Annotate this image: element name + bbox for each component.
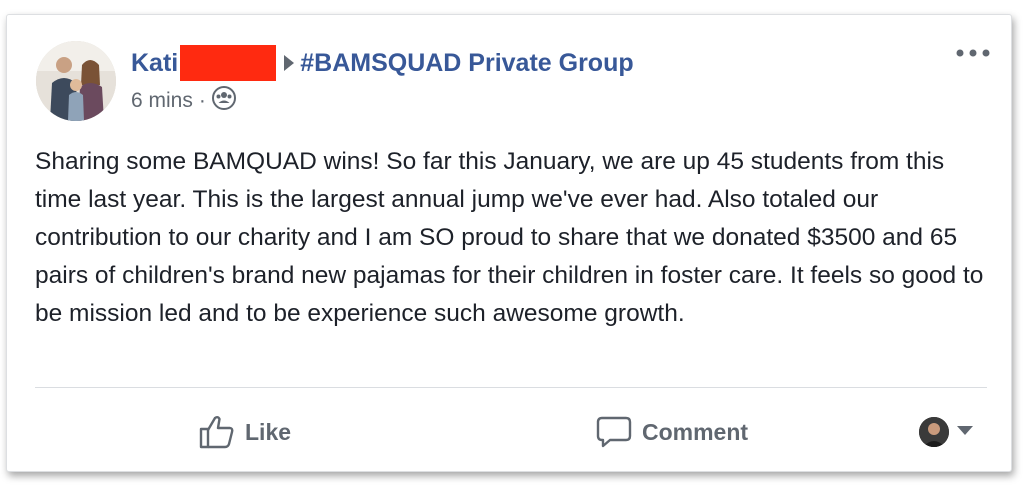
more-options-icon (956, 49, 990, 57)
post-meta: 6 mins · (131, 86, 236, 116)
post-timestamp[interactable]: 6 mins (131, 89, 193, 113)
comment-label: Comment (642, 418, 749, 445)
post-card: Kati #BAMSQUAD Private Group 6 mins · Sh… (6, 14, 1012, 472)
post-actions-bar: Like Comment (35, 405, 987, 459)
family-photo-icon (36, 41, 116, 121)
chevron-down-icon (957, 423, 973, 441)
meta-separator: · (198, 89, 206, 112)
arrow-right-icon (284, 49, 295, 78)
like-button[interactable]: Like (199, 405, 291, 459)
thumbs-up-icon (199, 416, 234, 449)
group-name-link[interactable]: #BAMSQUAD Private Group (300, 49, 633, 78)
comment-button[interactable]: Comment (596, 405, 748, 459)
current-user-avatar (919, 417, 949, 447)
redaction-box (180, 45, 277, 81)
actions-divider (35, 387, 987, 388)
like-label: Like (245, 418, 292, 445)
post-header: Kati #BAMSQUAD Private Group (131, 45, 634, 81)
author-avatar[interactable] (36, 41, 116, 121)
group-members-icon[interactable] (211, 86, 236, 116)
speech-bubble-icon (596, 416, 632, 448)
more-options-button[interactable] (953, 41, 993, 65)
post-body-text: Sharing some BAMQUAD wins! So far this J… (35, 148, 984, 327)
author-name[interactable]: Kati (131, 49, 178, 78)
post-as-selector[interactable] (919, 405, 973, 459)
